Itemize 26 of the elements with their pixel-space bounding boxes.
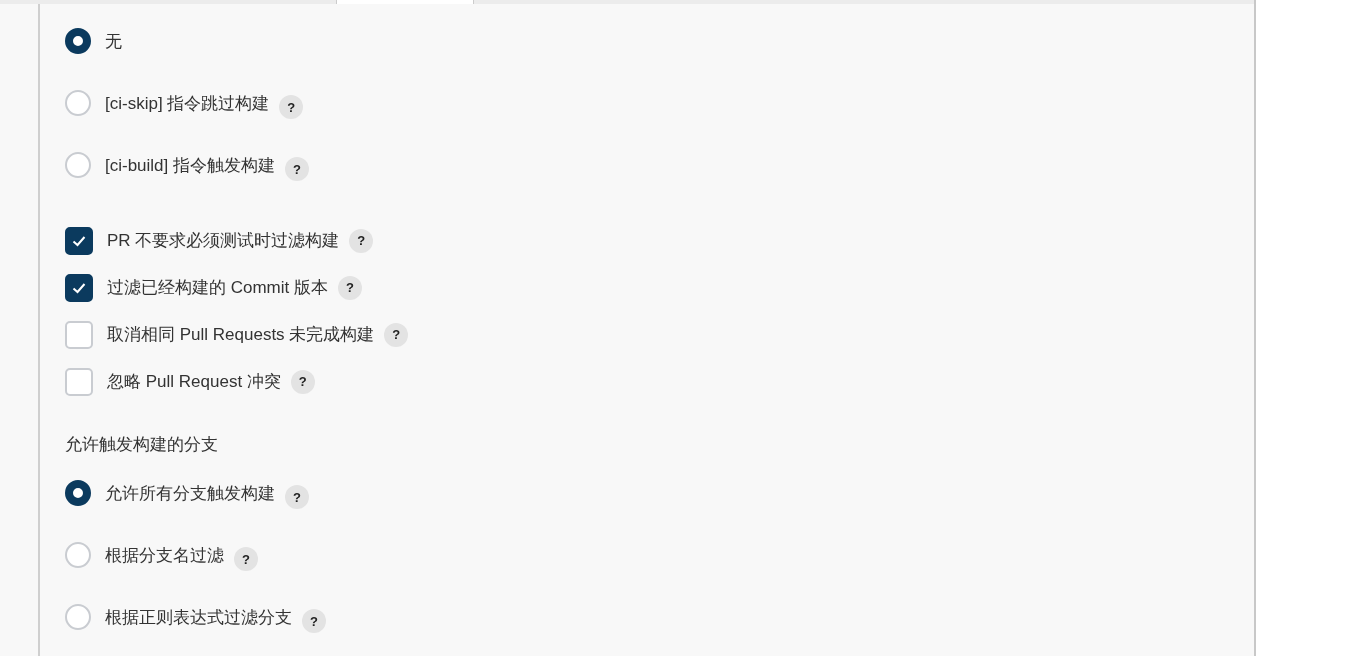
checkbox[interactable] [65,273,93,302]
section-label: 允许触发构建的分支 [65,433,219,456]
help-icon[interactable]: ? [384,322,409,347]
check-icon [72,281,86,294]
help-icon[interactable]: ? [285,157,310,181]
option-label: [ci-build] 指令触发构建 [105,154,276,177]
option-label: 无 [105,30,122,53]
option-label: PR 不要求必须测试时过滤构建 [107,230,340,252]
option-label: 根据正则表达式过滤分支 [105,606,292,629]
help-icon[interactable]: ? [338,275,362,300]
radio-button[interactable] [65,28,91,54]
help-icon[interactable]: ? [279,95,304,119]
option-label: 忽略 Pull Request 冲突 [107,371,281,393]
option-label: 过滤已经构建的 Commit 版本 [107,277,328,299]
option-label: 根据分支名过滤 [105,544,224,567]
option-label: 取消相同 Pull Requests 未完成构建 [107,324,375,346]
checkbox[interactable] [65,226,93,255]
help-icon[interactable]: ? [302,609,326,633]
help-icon[interactable]: ? [349,228,374,253]
help-icon[interactable]: ? [285,485,309,509]
option-label: [ci-skip] 指令跳过构建 [105,92,270,115]
option-label: 允许所有分支触发构建 [105,482,275,505]
help-icon[interactable]: ? [234,547,258,571]
check-icon [72,234,86,247]
help-icon[interactable]: ? [290,369,315,394]
radio-button[interactable] [65,480,91,506]
